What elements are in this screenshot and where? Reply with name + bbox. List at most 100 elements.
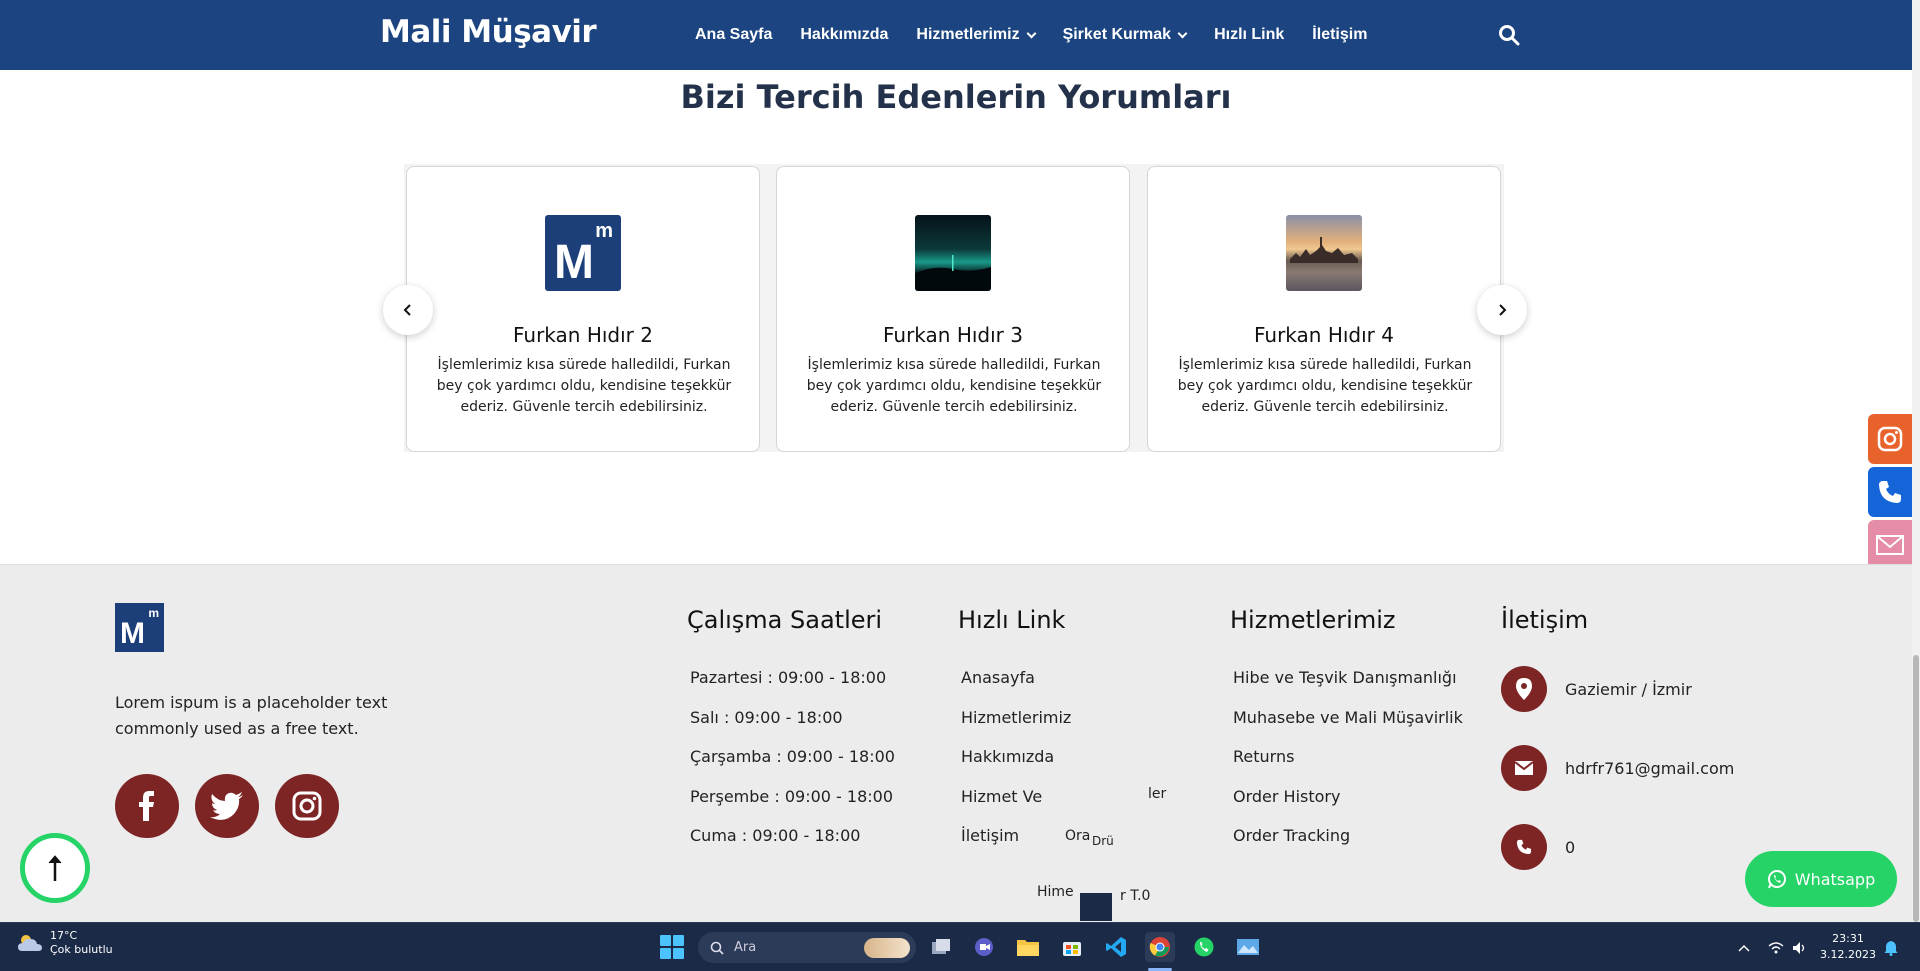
service-link[interactable]: Order History — [1233, 787, 1463, 827]
mm-logo-avatar: Mm — [545, 215, 621, 291]
hours-item: Cuma : 09:00 - 18:00 — [690, 826, 861, 845]
whatsapp-icon — [1767, 870, 1786, 889]
carousel-next-button[interactable] — [1477, 285, 1527, 335]
service-link[interactable]: Hibe ve Teşvik Danışmanlığı — [1233, 668, 1463, 708]
quick-links-list: Anasayfa Hizmetlerimiz Hakkımızda Hizmet… — [961, 668, 1071, 866]
facebook-icon — [139, 791, 154, 821]
footer-logo[interactable]: Mm — [115, 603, 164, 652]
glitch-text: ler — [1148, 786, 1167, 802]
hours-title: Çalışma Saatleri — [687, 606, 883, 634]
os-taskbar: 17°C Çok bulutlu Ara 23:31 3.12.2023 — [0, 922, 1920, 971]
contact-email-text[interactable]: hdrfr761@gmail.com — [1565, 759, 1734, 778]
clock-time: 23:31 — [1832, 932, 1864, 945]
photos-icon[interactable] — [1233, 932, 1263, 962]
float-instagram-button[interactable] — [1868, 414, 1912, 464]
carousel-prev-button[interactable] — [383, 285, 433, 335]
instagram-icon — [1877, 426, 1903, 452]
glitch-text: r T.0 — [1120, 888, 1151, 904]
quick-link-services[interactable]: Hizmetlerimiz — [961, 708, 1071, 748]
site-footer — [0, 564, 1912, 922]
contact-email[interactable]: hdrfr761@gmail.com — [1501, 745, 1734, 791]
whatsapp-label: Whatsapp — [1794, 869, 1876, 889]
teams-icon[interactable] — [969, 932, 999, 962]
whatsapp-button[interactable]: Whatsapp — [1745, 851, 1897, 907]
chevron-down-icon — [1026, 28, 1037, 38]
facebook-button[interactable] — [115, 774, 179, 838]
taskbar-search[interactable]: Ara — [698, 932, 916, 963]
phone-icon — [1879, 481, 1901, 503]
clock-date: 3.12.2023 — [1820, 948, 1876, 961]
scrollbar-thumb[interactable] — [1913, 655, 1919, 922]
store-icon[interactable] — [1057, 932, 1087, 962]
chevron-down-icon — [1177, 28, 1188, 38]
contact-address-text: Gaziemir / İzmir — [1565, 679, 1692, 699]
whatsapp-icon[interactable] — [1189, 932, 1219, 962]
testimonial-text: İşlemlerimiz kısa sürede halledildi, Fur… — [806, 357, 1102, 415]
chevron-left-icon — [403, 304, 411, 316]
arrow-up-icon — [48, 855, 62, 881]
instagram-button[interactable] — [275, 774, 339, 838]
city-sunset-photo-avatar — [1286, 215, 1362, 291]
service-link[interactable]: Returns — [1233, 747, 1463, 787]
testimonial-name: Furkan Hıdır 4 — [1254, 323, 1394, 347]
nav-item-services[interactable]: Hizmetlerimiz — [916, 26, 1037, 44]
notification-bell-icon[interactable] — [1884, 923, 1898, 971]
vscode-icon[interactable] — [1101, 932, 1131, 962]
scroll-to-top-button[interactable] — [20, 833, 90, 903]
contact-title: İletişim — [1501, 606, 1589, 634]
glitch-text: Ora — [1065, 828, 1091, 844]
quick-link-service-areas[interactable]: Hizmet Ve — [961, 787, 1071, 827]
footer-about-text: Lorem ispum is a placeholder text common… — [115, 693, 388, 738]
nav-label: İletişim — [1312, 26, 1368, 43]
glitch-text: Drü — [1092, 834, 1114, 848]
testimonial-card: Furkan Hıdır 3 İşlemlerimiz kısa sürede … — [776, 166, 1130, 452]
hours-item: Salı : 09:00 - 18:00 — [690, 707, 843, 727]
service-link[interactable]: Muhasebe ve Mali Müşavirlik — [1233, 708, 1463, 748]
nav-label: Hakkımızda — [800, 26, 889, 43]
nav-label: Ana Sayfa — [695, 26, 773, 43]
site-brand[interactable]: Mali Müşavir — [380, 14, 597, 50]
quick-link-about[interactable]: Hakkımızda — [961, 747, 1071, 787]
mail-icon — [1876, 535, 1904, 555]
quick-link-home[interactable]: Anasayfa — [961, 668, 1071, 708]
folder-icon[interactable] — [1013, 932, 1043, 962]
aurora-photo-avatar — [915, 215, 991, 291]
nav-item-about[interactable]: Hakkımızda — [800, 26, 888, 44]
windows-start-icon[interactable] — [660, 935, 684, 959]
services-title: Hizmetlerimiz — [1230, 606, 1396, 634]
search-icon[interactable] — [1498, 24, 1520, 46]
taskbar-clock[interactable]: 23:31 3.12.2023 — [1818, 931, 1878, 963]
file-manager-icon[interactable] — [926, 932, 956, 962]
chevron-right-icon — [1499, 304, 1507, 316]
section-title: Bizi Tercih Edenlerin Yorumları — [680, 78, 1232, 116]
testimonial-name: Furkan Hıdır 2 — [513, 323, 653, 347]
top-navbar: Mali Müşavir Ana Sayfa Hakkımızda Hizmet… — [0, 0, 1912, 70]
nav-item-quick-link[interactable]: Hızlı Link — [1214, 26, 1284, 44]
nav-item-contact[interactable]: İletişim — [1312, 26, 1367, 44]
weather-desc: Çok bulutlu — [50, 943, 113, 956]
testimonial-card: Mm Furkan Hıdır 2 İşlemlerimiz kısa süre… — [406, 166, 760, 452]
service-link[interactable]: Order Tracking — [1233, 826, 1463, 866]
hours-list: Pazartesi : 09:00 - 18:00 Salı : 09:00 -… — [690, 668, 895, 866]
instagram-icon — [292, 791, 322, 821]
tray-chevron-up-icon[interactable] — [1738, 923, 1750, 971]
search-highlight-image — [864, 937, 910, 958]
testimonial-text: İşlemlerimiz kısa sürede halledildi, Fur… — [436, 357, 732, 415]
volume-icon[interactable] — [1792, 923, 1808, 971]
wifi-icon[interactable] — [1768, 923, 1784, 971]
weather-widget[interactable]: 17°C Çok bulutlu — [16, 929, 113, 957]
nav-item-company[interactable]: Şirket Kurmak — [1063, 26, 1188, 44]
main-nav: Ana Sayfa Hakkımızda Hizmetlerimiz Şirke… — [695, 0, 1367, 70]
chrome-icon[interactable] — [1145, 932, 1175, 962]
contact-phone[interactable]: 0 — [1501, 824, 1575, 870]
contact-phone-text[interactable]: 0 — [1565, 838, 1575, 857]
float-mail-button[interactable] — [1868, 520, 1912, 570]
testimonial-text: İşlemlerimiz kısa sürede halledildi, Fur… — [1177, 357, 1473, 415]
quick-link-contact[interactable]: İletişim — [961, 826, 1071, 866]
twitter-button[interactable] — [195, 774, 259, 838]
nav-item-home[interactable]: Ana Sayfa — [695, 26, 772, 44]
testimonial-card: Furkan Hıdır 4 İşlemlerimiz kısa sürede … — [1147, 166, 1501, 452]
float-phone-button[interactable] — [1868, 467, 1912, 517]
testimonial-name: Furkan Hıdır 3 — [883, 323, 1023, 347]
nav-label: Hızlı Link — [1214, 26, 1285, 43]
